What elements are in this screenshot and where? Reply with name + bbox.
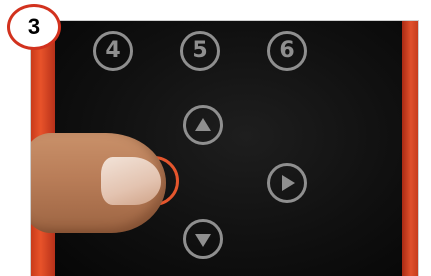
key-5-label: 5	[192, 38, 208, 63]
key-6: 6	[267, 31, 307, 71]
fingernail	[101, 157, 161, 205]
right-arrow-key	[267, 163, 307, 203]
key-6-label: 6	[279, 38, 295, 63]
down-arrow-key	[183, 219, 223, 259]
instruction-figure: 4 5 6 3	[0, 0, 431, 276]
key-4-label: 4	[105, 38, 121, 63]
key-5: 5	[180, 31, 220, 71]
up-arrow-icon	[195, 117, 211, 131]
right-arrow-icon	[282, 175, 295, 191]
remote-control-photo: 4 5 6	[30, 20, 419, 276]
down-arrow-icon	[195, 233, 211, 247]
step-number: 3	[27, 14, 41, 39]
key-4: 4	[93, 31, 133, 71]
up-arrow-key	[183, 105, 223, 145]
device-case-right	[402, 21, 418, 276]
step-badge: 3	[7, 4, 61, 50]
